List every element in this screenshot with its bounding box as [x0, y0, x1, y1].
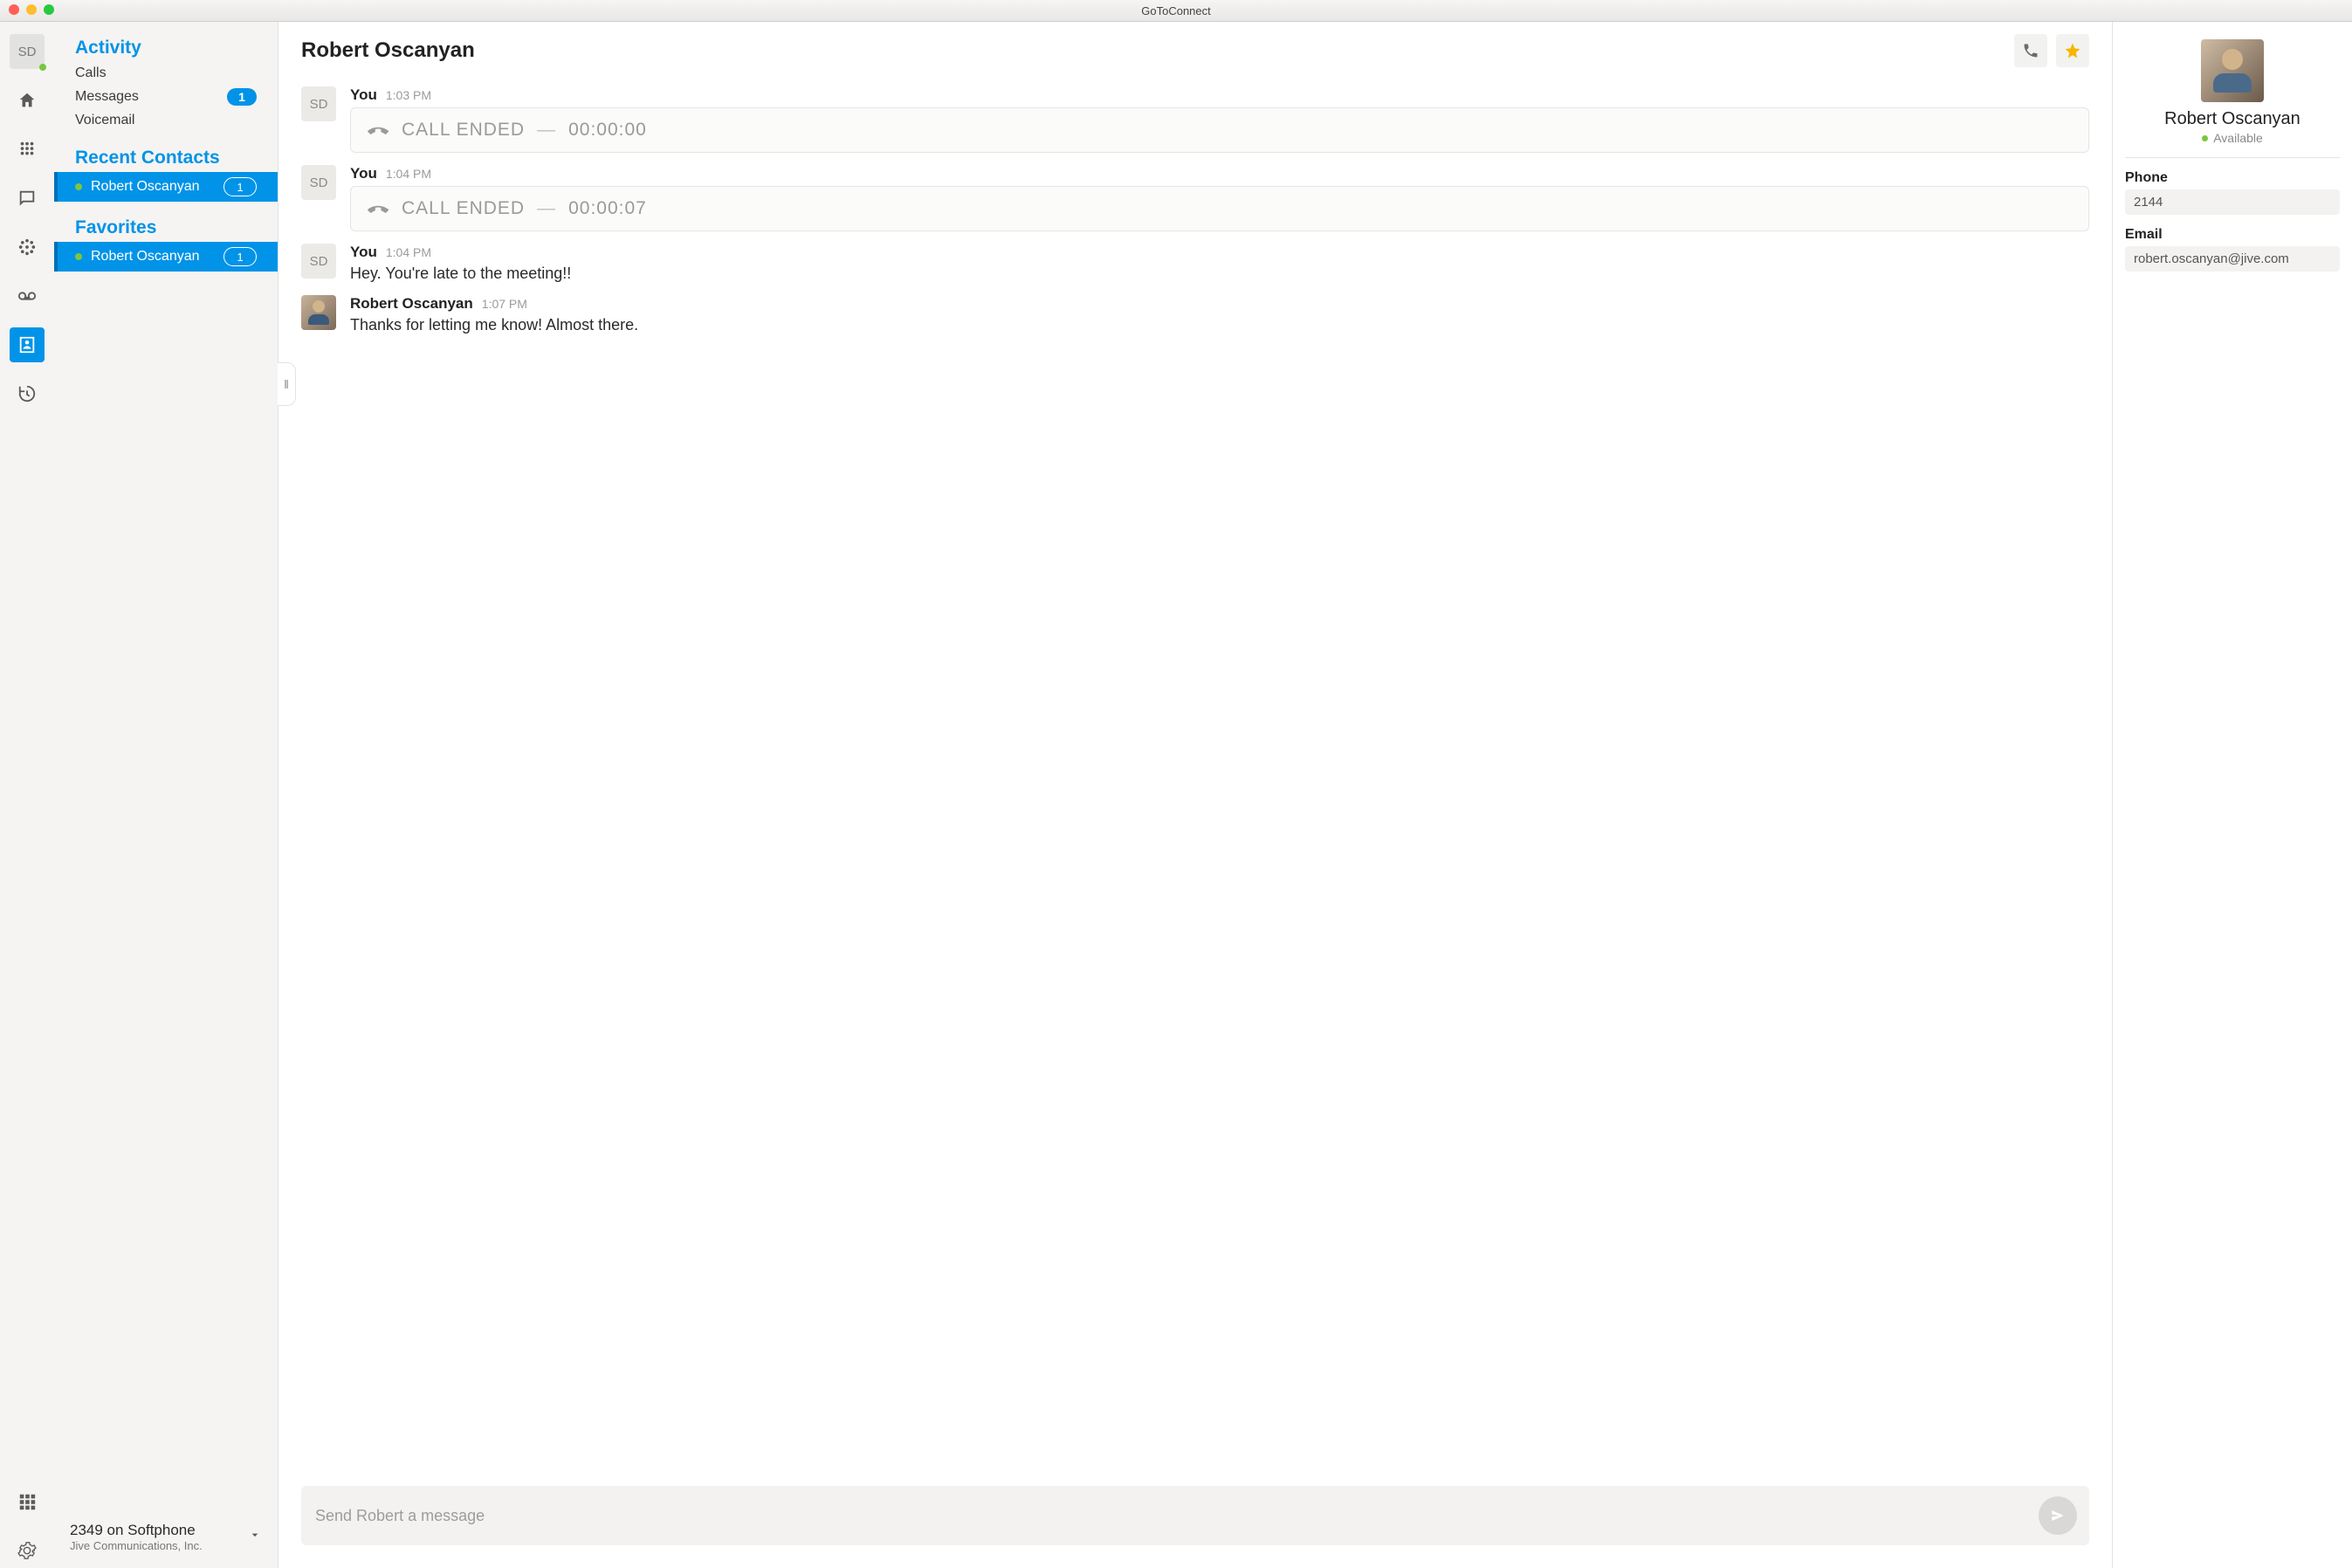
voicemail-icon — [17, 286, 37, 306]
window-close-button[interactable] — [9, 4, 19, 15]
sidebar-item-messages[interactable]: Messages 1 — [54, 85, 278, 109]
nav-conference[interactable] — [10, 230, 45, 265]
email-label: Email — [2125, 227, 2340, 243]
nav-chat[interactable] — [10, 181, 45, 216]
contact-photo — [2201, 39, 2264, 102]
email-value[interactable]: robert.oscanyan@jive.com — [2125, 246, 2340, 272]
contact-status: Available — [2125, 131, 2340, 145]
chevron-down-icon — [248, 1528, 262, 1546]
messages-badge: 1 — [227, 88, 257, 106]
window-titlebar: GoToConnect — [0, 0, 2352, 22]
contact-details-panel: Robert Oscanyan Available Phone 2144 Ema… — [2112, 22, 2352, 1568]
conversation-pane: ‖ Robert Oscanyan SD You 1:03 PM — [278, 22, 2112, 1568]
call-event-bubble: CALL ENDED — 00:00:07 — [350, 186, 2089, 231]
contact-unread-count: 1 — [224, 177, 257, 196]
contact-unread-count: 1 — [224, 247, 257, 266]
window-title: GoToConnect — [0, 4, 2352, 17]
sender-avatar: SD — [301, 86, 336, 121]
call-duration: 00:00:00 — [568, 120, 647, 141]
user-initials: SD — [18, 45, 37, 59]
sidebar-collapse-handle[interactable]: ‖ — [278, 362, 296, 406]
message-time: 1:04 PM — [386, 245, 431, 259]
separator: — — [537, 120, 556, 141]
section-recent-title: Recent Contacts — [54, 148, 278, 172]
phone-label: Phone — [2125, 170, 2340, 186]
favorite-button[interactable] — [2056, 34, 2089, 67]
presence-dot-icon — [75, 253, 82, 260]
presence-dot-icon — [2202, 135, 2208, 141]
section-activity-title: Activity — [54, 38, 278, 62]
separator: — — [537, 198, 556, 219]
message-time: 1:03 PM — [386, 88, 431, 102]
phone-line-selector[interactable]: 2349 on Softphone Jive Communications, I… — [54, 1510, 278, 1568]
message-text: Hey. You're late to the meeting!! — [350, 265, 2089, 283]
call-button[interactable] — [2014, 34, 2047, 67]
window-zoom-button[interactable] — [44, 4, 54, 15]
message-text: Thanks for letting me know! Almost there… — [350, 316, 2089, 334]
gear-icon — [17, 1541, 37, 1560]
message-composer — [279, 1470, 2112, 1568]
conference-icon — [17, 237, 37, 257]
call-event-label: CALL ENDED — [402, 198, 525, 219]
call-ended-icon — [367, 119, 389, 141]
divider — [2125, 157, 2340, 158]
call-event-bubble: CALL ENDED — 00:00:00 — [350, 107, 2089, 153]
nav-contacts[interactable] — [10, 327, 45, 362]
nav-history[interactable] — [10, 376, 45, 411]
nav-home[interactable] — [10, 83, 45, 118]
nav-voicemail[interactable] — [10, 279, 45, 313]
message-input[interactable] — [313, 1506, 2028, 1526]
contact-name: Robert Oscanyan — [91, 249, 200, 265]
phone-value[interactable]: 2144 — [2125, 189, 2340, 215]
window-minimize-button[interactable] — [26, 4, 37, 15]
phone-line-org: Jive Communications, Inc. — [70, 1539, 239, 1552]
message-time: 1:07 PM — [482, 297, 527, 311]
conversation-title: Robert Oscanyan — [301, 38, 2005, 63]
message-list: SD You 1:03 PM CALL ENDED — 00:00:00 — [279, 74, 2112, 1470]
dialpad-icon — [17, 140, 37, 159]
presence-indicator-icon — [39, 64, 46, 71]
current-user-avatar[interactable]: SD — [10, 34, 45, 69]
apps-grid-icon — [17, 1492, 37, 1511]
contact-name: Robert Oscanyan — [2125, 109, 2340, 129]
section-favorites-title: Favorites — [54, 217, 278, 242]
call-ended-icon — [367, 197, 389, 220]
sender-name: You — [350, 165, 377, 182]
nav-apps[interactable] — [10, 1484, 45, 1519]
presence-dot-icon — [75, 183, 82, 190]
sender-avatar: SD — [301, 244, 336, 279]
message-item: SD You 1:03 PM CALL ENDED — 00:00:00 — [301, 86, 2089, 153]
message-item: Robert Oscanyan 1:07 PM Thanks for letti… — [301, 295, 2089, 334]
message-item: SD You 1:04 PM CALL ENDED — 00:00:07 — [301, 165, 2089, 231]
favorite-contact-item[interactable]: Robert Oscanyan 1 — [54, 242, 278, 272]
call-duration: 00:00:07 — [568, 198, 647, 219]
message-item: SD You 1:04 PM Hey. You're late to the m… — [301, 244, 2089, 283]
send-button[interactable] — [2039, 1496, 2077, 1535]
nav-settings[interactable] — [10, 1533, 45, 1568]
sender-name: You — [350, 244, 377, 261]
contact-name: Robert Oscanyan — [91, 179, 200, 195]
home-icon — [17, 91, 37, 110]
sender-avatar — [301, 295, 336, 330]
chat-icon — [17, 189, 37, 208]
history-icon — [17, 384, 37, 403]
sidebar-item-calls[interactable]: Calls — [54, 62, 278, 85]
phone-icon — [2022, 42, 2039, 59]
sidebar: Activity Calls Messages 1 Voicemail Rece… — [54, 22, 278, 1568]
sender-name: You — [350, 86, 377, 104]
message-time: 1:04 PM — [386, 167, 431, 181]
recent-contact-item[interactable]: Robert Oscanyan 1 — [54, 172, 278, 202]
nav-dialpad[interactable] — [10, 132, 45, 167]
call-event-label: CALL ENDED — [402, 120, 525, 141]
phone-line-label: 2349 on Softphone — [70, 1522, 239, 1539]
sender-avatar: SD — [301, 165, 336, 200]
send-icon — [2050, 1508, 2066, 1523]
sender-name: Robert Oscanyan — [350, 295, 473, 313]
sidebar-item-voicemail[interactable]: Voicemail — [54, 109, 278, 132]
star-icon — [2064, 42, 2081, 59]
nav-rail: SD — [0, 22, 54, 1568]
contacts-icon — [17, 335, 37, 354]
